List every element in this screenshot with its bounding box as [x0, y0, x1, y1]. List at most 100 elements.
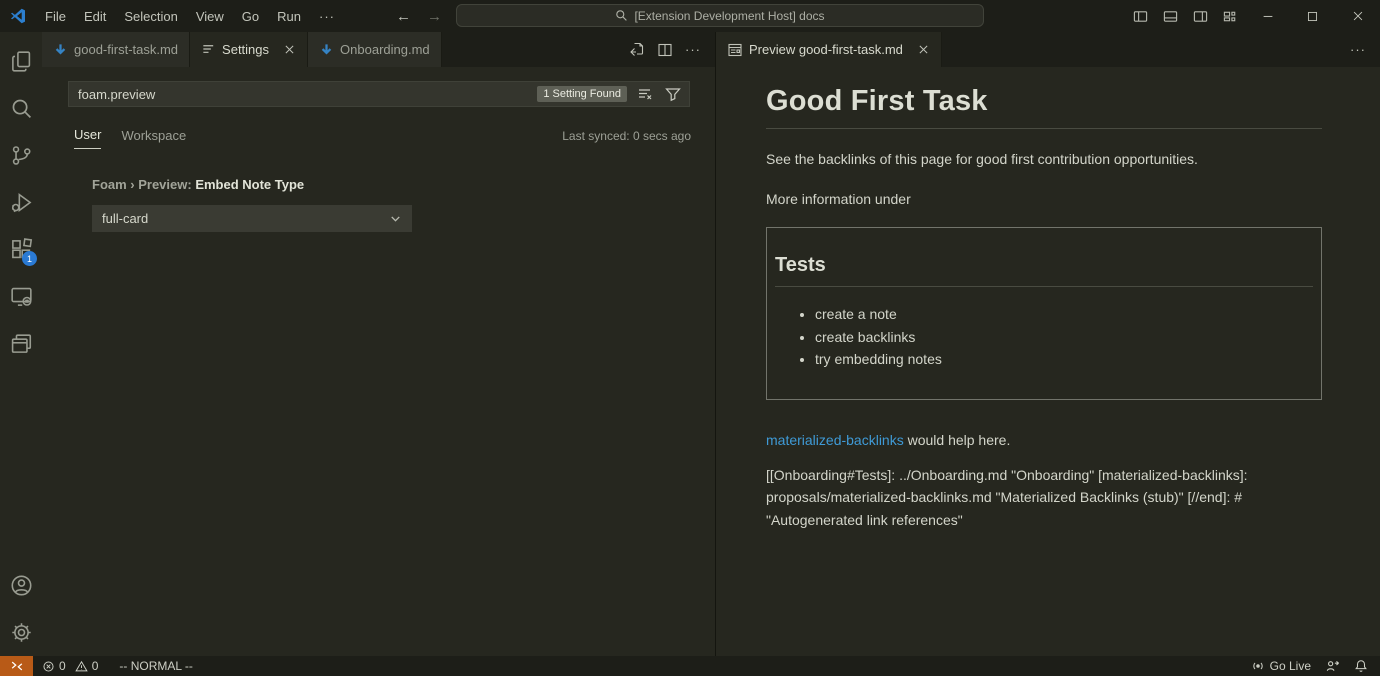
source-control-icon[interactable] [0, 132, 42, 179]
search-view-icon[interactable] [0, 85, 42, 132]
explorer-icon[interactable] [0, 38, 42, 85]
tab-strip-group2: Preview good-first-task.md ··· [716, 32, 1380, 67]
preview-intro: See the backlinks of this page for good … [766, 151, 1322, 167]
errors-icon [42, 660, 55, 673]
tab-label: Settings [222, 42, 269, 57]
close-tab-icon[interactable] [917, 43, 930, 56]
preview-more-info: More information under [766, 191, 1322, 207]
clear-search-icon[interactable] [635, 84, 655, 104]
markdown-icon [319, 42, 334, 57]
live-share-icon[interactable] [1325, 659, 1340, 674]
settings-search-input[interactable]: foam.preview 1 Setting Found [68, 81, 690, 107]
embedded-note-title: Tests [775, 254, 1313, 287]
tab-strip-group1: good-first-task.md Settings Onboarding.m… [42, 32, 715, 67]
settings-scope-tabs: User Workspace Last synced: 0 secs ago [74, 121, 691, 149]
command-center-title: [Extension Development Host] docs [634, 9, 824, 23]
remote-icon [10, 659, 24, 673]
accounts-icon[interactable] [0, 562, 42, 609]
remote-indicator-button[interactable] [0, 656, 33, 676]
markdown-preview-icon [727, 42, 743, 58]
activity-bar: 1 [0, 32, 42, 656]
tab-label: Onboarding.md [340, 42, 430, 57]
maximize-button[interactable] [1290, 0, 1335, 32]
markdown-preview-pane: Good First Task See the backlinks of thi… [716, 67, 1380, 656]
status-bar: 0 0 -- NORMAL -- Go Live [0, 656, 1380, 676]
windows-stack-icon[interactable] [0, 320, 42, 367]
chevron-down-icon [388, 211, 403, 226]
close-window-button[interactable] [1335, 0, 1380, 32]
scope-tab-workspace[interactable]: Workspace [121, 128, 186, 149]
backlink-line-rest: would help here. [904, 432, 1011, 448]
list-item: create a note [815, 303, 1313, 326]
embedded-note-card: Tests create a note create backlinks try… [766, 227, 1322, 400]
vim-mode-indicator[interactable]: -- NORMAL -- [119, 659, 193, 673]
tab-settings[interactable]: Settings [190, 32, 308, 67]
scope-tab-user[interactable]: User [74, 127, 101, 149]
extensions-badge: 1 [22, 251, 37, 266]
setting-category: Foam › Preview: [92, 177, 195, 192]
menu-selection[interactable]: Selection [115, 5, 186, 27]
toggle-primary-sidebar-icon[interactable] [1125, 0, 1155, 32]
markdown-icon [53, 42, 68, 57]
materialized-backlinks-link[interactable]: materialized-backlinks [766, 432, 904, 448]
forward-arrow-icon[interactable]: → [427, 8, 442, 25]
minimize-button[interactable] [1245, 0, 1290, 32]
backlink-line: materialized-backlinks would help here. [766, 432, 1322, 448]
filter-icon[interactable] [663, 84, 683, 104]
tab-good-first-task[interactable]: good-first-task.md [42, 32, 190, 67]
go-live-label: Go Live [1270, 659, 1311, 673]
setting-title: Foam › Preview: Embed Note Type [92, 177, 412, 192]
editor-actions-group2: ··· [1336, 32, 1380, 67]
menu-overflow-button[interactable]: ··· [310, 9, 344, 24]
back-arrow-icon[interactable]: ← [396, 8, 411, 25]
warnings-icon [75, 660, 88, 673]
problems-status[interactable]: 0 0 [42, 659, 103, 673]
window-controls [1125, 0, 1380, 32]
setting-item-embed-note-type: Foam › Preview: Embed Note Type full-car… [92, 177, 412, 232]
list-item: try embedding notes [815, 348, 1313, 371]
search-icon [615, 9, 628, 22]
tab-label: Preview good-first-task.md [749, 42, 903, 57]
tab-onboarding[interactable]: Onboarding.md [308, 32, 442, 67]
go-live-button[interactable]: Go Live [1251, 659, 1311, 673]
list-item: create backlinks [815, 326, 1313, 349]
broadcast-icon [1251, 659, 1265, 673]
menu-run[interactable]: Run [268, 5, 310, 27]
command-center-search[interactable]: [Extension Development Host] docs [456, 4, 984, 27]
open-settings-json-icon[interactable] [629, 42, 645, 58]
tab-label: good-first-task.md [74, 42, 178, 57]
embed-note-type-select[interactable]: full-card [92, 205, 412, 232]
editor-actions-group1: ··· [615, 32, 715, 67]
preview-title: Good First Task [766, 85, 1322, 129]
title-bar: File Edit Selection View Go Run ··· ← → … [0, 0, 1380, 32]
editor-group-settings: good-first-task.md Settings Onboarding.m… [42, 32, 716, 656]
settings-results-badge: 1 Setting Found [537, 86, 627, 102]
warnings-count: 0 [92, 659, 99, 673]
menu-file[interactable]: File [36, 5, 75, 27]
settings-search-value: foam.preview [78, 87, 529, 102]
menu-edit[interactable]: Edit [75, 5, 115, 27]
setting-name: Embed Note Type [195, 177, 304, 192]
tab-preview-good-first-task[interactable]: Preview good-first-task.md [716, 32, 942, 67]
notifications-bell-icon[interactable] [1354, 659, 1368, 673]
close-tab-icon[interactable] [283, 43, 296, 56]
menu-view[interactable]: View [187, 5, 233, 27]
settings-gear-icon[interactable] [0, 609, 42, 656]
vscode-logo-icon [0, 8, 36, 24]
toggle-panel-icon[interactable] [1155, 0, 1185, 32]
remote-explorer-icon[interactable] [0, 273, 42, 320]
last-synced-label: Last synced: 0 secs ago [562, 129, 691, 149]
nav-history: ← → [396, 8, 442, 25]
status-bar-right: Go Live [1251, 659, 1380, 674]
split-editor-icon[interactable] [657, 42, 673, 58]
toggle-secondary-sidebar-icon[interactable] [1185, 0, 1215, 32]
extensions-icon[interactable]: 1 [0, 226, 42, 273]
more-actions-icon[interactable]: ··· [1350, 42, 1366, 57]
menu-go[interactable]: Go [233, 5, 268, 27]
run-debug-icon[interactable] [0, 179, 42, 226]
editor-group-preview: Preview good-first-task.md ··· Good Firs… [716, 32, 1380, 656]
customize-layout-icon[interactable] [1215, 0, 1245, 32]
more-actions-icon[interactable]: ··· [685, 42, 701, 57]
settings-editor: foam.preview 1 Setting Found User Worksp… [42, 67, 715, 656]
link-references-paragraph: [[Onboarding#Tests]: ../Onboarding.md "O… [766, 464, 1322, 532]
